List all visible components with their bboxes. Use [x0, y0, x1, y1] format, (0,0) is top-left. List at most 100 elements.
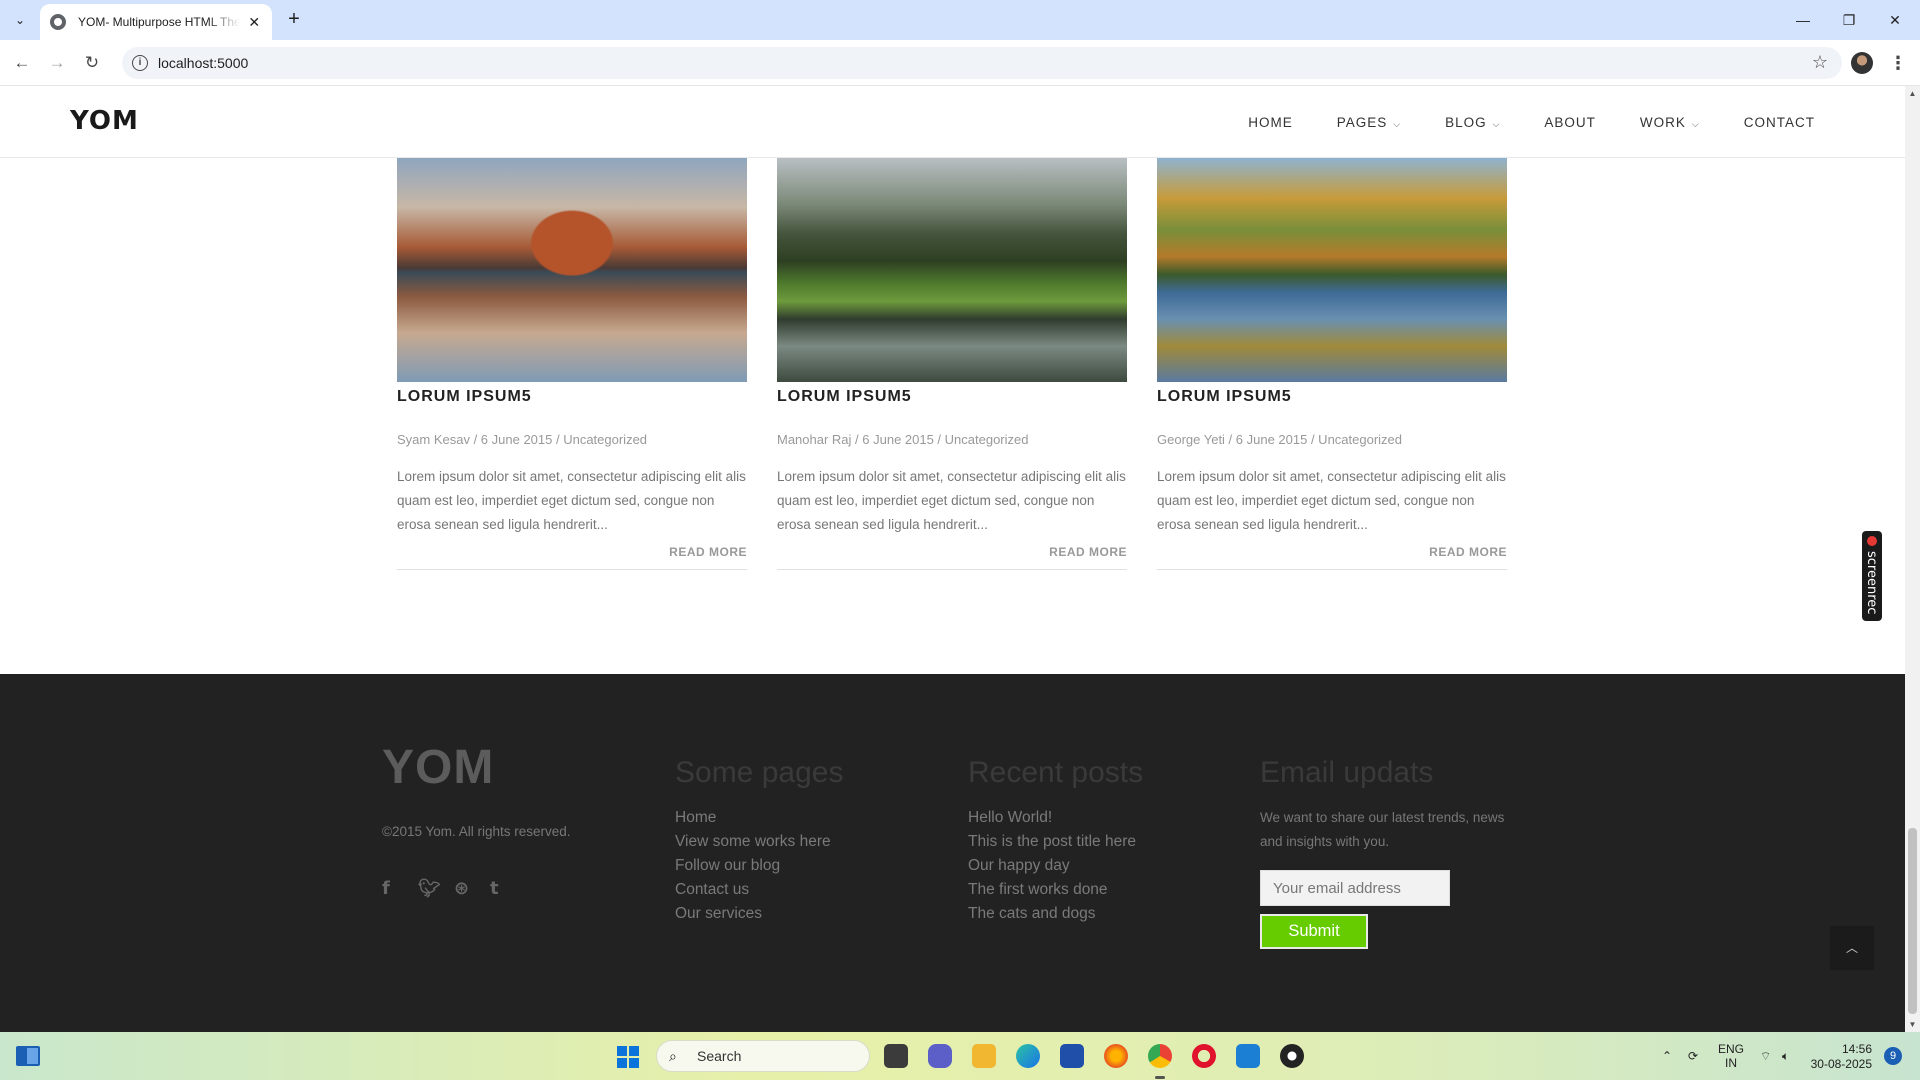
kebab-menu-icon[interactable]: ⋮	[1888, 52, 1908, 74]
close-window-icon[interactable]: ✕	[1872, 6, 1918, 34]
post-title[interactable]: LORUM IPSUM5	[777, 388, 1127, 406]
post-thumbnail[interactable]	[777, 158, 1127, 382]
recent-post-link[interactable]: Our happy day	[968, 854, 1143, 878]
footer-link-home[interactable]: Home	[675, 806, 843, 830]
scroll-up-arrow-icon[interactable]: ▲	[1905, 86, 1920, 101]
scroll-down-arrow-icon[interactable]: ▼	[1905, 1017, 1920, 1032]
post-meta: Manohar Raj / 6 June 2015 / Uncategorize…	[777, 432, 1029, 447]
submit-button[interactable]: Submit	[1260, 914, 1368, 949]
site-info-icon[interactable]: i	[132, 55, 148, 71]
footer-link-services[interactable]: Our services	[675, 902, 843, 926]
vscode-icon[interactable]	[1236, 1044, 1260, 1068]
footer-link-contact[interactable]: Contact us	[675, 878, 843, 902]
new-tab-plus-icon[interactable]: +	[282, 8, 306, 32]
footer-recent-column: Recent posts Hello World! This is the po…	[968, 756, 1143, 926]
read-more-link[interactable]: READ MORE	[397, 545, 747, 559]
page-scrollbar[interactable]: ▲ ▼	[1905, 86, 1920, 1032]
profile-avatar[interactable]	[1851, 52, 1873, 74]
footer-link-blog[interactable]: Follow our blog	[675, 854, 843, 878]
browser-tab-active[interactable]: YOM- Multipurpose HTML Theme ✕	[40, 4, 272, 40]
nav-contact[interactable]: CONTACT	[1744, 115, 1815, 130]
language-code: ENG	[1718, 1042, 1745, 1056]
social-links: f 🐦︎ ⊛ t	[382, 878, 526, 899]
screenrec-label: screenrec	[1864, 551, 1879, 615]
file-explorer-icon[interactable]	[972, 1044, 996, 1068]
clock[interactable]: 14:56 30-08-2025	[1808, 1042, 1872, 1072]
taskbar: ⌕ Search ⌃ ⟳ ENG IN ⌔ 🔈︎ 14:56 30-08-202…	[0, 1032, 1920, 1080]
clock-time: 14:56	[1841, 1042, 1872, 1056]
blog-posts-section: LORUM IPSUM5 Syam Kesav / 6 June 2015 / …	[0, 158, 1905, 674]
post-excerpt: Lorem ipsum dolor sit amet, consectetur …	[777, 469, 1126, 532]
footer-pages-column: Some pages Home View some works here Fol…	[675, 756, 843, 926]
footer-email-heading: Email updats	[1260, 756, 1434, 789]
taskbar-search-box[interactable]: ⌕ Search	[656, 1040, 870, 1072]
teams-icon[interactable]	[928, 1044, 952, 1068]
divider	[777, 569, 1127, 570]
address-bar[interactable]: i localhost:5000 ☆	[122, 47, 1842, 79]
screenrec-widget[interactable]: screenrec	[1862, 531, 1882, 621]
site-logo[interactable]: YOM	[70, 106, 139, 136]
copyright-text: ©2015 Yom. All rights reserved.	[382, 824, 571, 839]
chevron-down-icon: ⌵	[1691, 118, 1700, 129]
back-arrow-icon[interactable]: ←	[8, 49, 36, 77]
nav-pages[interactable]: PAGES ⌵	[1337, 115, 1401, 130]
browser-toolbar: ← → ↻ i localhost:5000 ☆ ⋮	[0, 40, 1920, 86]
nav-home[interactable]: HOME	[1248, 115, 1293, 130]
tray-chevron-up-icon[interactable]: ⌃	[1662, 1032, 1672, 1080]
footer-recent-heading: Recent posts	[968, 756, 1144, 789]
reload-icon[interactable]: ↻	[78, 49, 106, 77]
read-more-link[interactable]: READ MORE	[777, 545, 1127, 559]
divider	[397, 569, 747, 570]
wifi-icon[interactable]: ⌔	[1760, 1032, 1771, 1080]
file-manager-icon[interactable]	[884, 1044, 908, 1068]
firefox-icon[interactable]	[1104, 1044, 1128, 1068]
footer-link-works[interactable]: View some works here	[675, 830, 843, 854]
edge-icon[interactable]	[1016, 1044, 1040, 1068]
minimize-icon[interactable]: —	[1780, 6, 1826, 34]
post-meta: Syam Kesav / 6 June 2015 / Uncategorized	[397, 432, 648, 447]
recent-post-link[interactable]: Hello World!	[968, 806, 1143, 830]
post-excerpt: Lorem ipsum dolor sit amet, consectetur …	[1157, 469, 1506, 532]
globe-icon	[50, 14, 66, 30]
volume-icon[interactable]: 🔈︎	[1782, 1032, 1789, 1080]
back-to-top-chevron-up-icon[interactable]: ︿	[1830, 926, 1874, 970]
post-card: LORUM IPSUM5 Syam Kesav / 6 June 2015 / …	[397, 158, 747, 570]
notification-badge[interactable]: 9	[1884, 1047, 1902, 1065]
post-thumbnail[interactable]	[1157, 158, 1507, 382]
store-icon[interactable]	[1060, 1044, 1084, 1068]
scrollbar-thumb[interactable]	[1908, 828, 1917, 1014]
url-text[interactable]: localhost:5000	[158, 55, 248, 71]
post-title[interactable]: LORUM IPSUM5	[397, 388, 747, 406]
tumblr-icon[interactable]: t	[490, 878, 526, 899]
facebook-icon[interactable]: f	[382, 878, 418, 899]
media-player-icon[interactable]	[1280, 1044, 1304, 1068]
recent-post-link[interactable]: The cats and dogs	[968, 902, 1143, 926]
nav-about[interactable]: ABOUT	[1544, 115, 1596, 130]
close-tab-icon[interactable]: ✕	[246, 14, 262, 31]
forward-arrow-icon[interactable]: →	[43, 49, 71, 77]
recent-post-link[interactable]: The first works done	[968, 878, 1143, 902]
nav-work[interactable]: WORK ⌵	[1640, 115, 1700, 130]
nav-blog[interactable]: BLOG ⌵	[1445, 115, 1500, 130]
post-title[interactable]: LORUM IPSUM5	[1157, 388, 1507, 406]
chrome-icon[interactable]	[1148, 1044, 1172, 1068]
restore-icon[interactable]: ❐	[1826, 6, 1872, 34]
active-app-indicator	[1155, 1076, 1165, 1079]
taskbar-search-label: Search	[697, 1048, 742, 1064]
dribbble-icon[interactable]: ⊛	[454, 878, 490, 899]
windows-start-icon[interactable]	[617, 1046, 639, 1068]
post-thumbnail[interactable]	[397, 158, 747, 382]
tab-search-chevron-icon[interactable]: ⌄	[8, 8, 32, 32]
language-indicator[interactable]: ENG IN	[1718, 1032, 1744, 1080]
bookmark-star-icon[interactable]: ☆	[1812, 52, 1828, 73]
sync-icon[interactable]: ⟳	[1688, 1032, 1698, 1080]
post-excerpt: Lorem ipsum dolor sit amet, consectetur …	[397, 469, 746, 532]
footer-logo[interactable]: YOM	[382, 740, 494, 795]
recent-post-link[interactable]: This is the post title here	[968, 830, 1143, 854]
footer-email-text: We want to share our latest trends, news…	[1260, 810, 1505, 849]
opera-icon[interactable]	[1192, 1044, 1216, 1068]
email-input[interactable]	[1260, 870, 1450, 906]
twitter-icon[interactable]: 🐦︎	[418, 878, 454, 899]
widgets-icon[interactable]	[16, 1046, 40, 1066]
read-more-link[interactable]: READ MORE	[1157, 545, 1507, 559]
